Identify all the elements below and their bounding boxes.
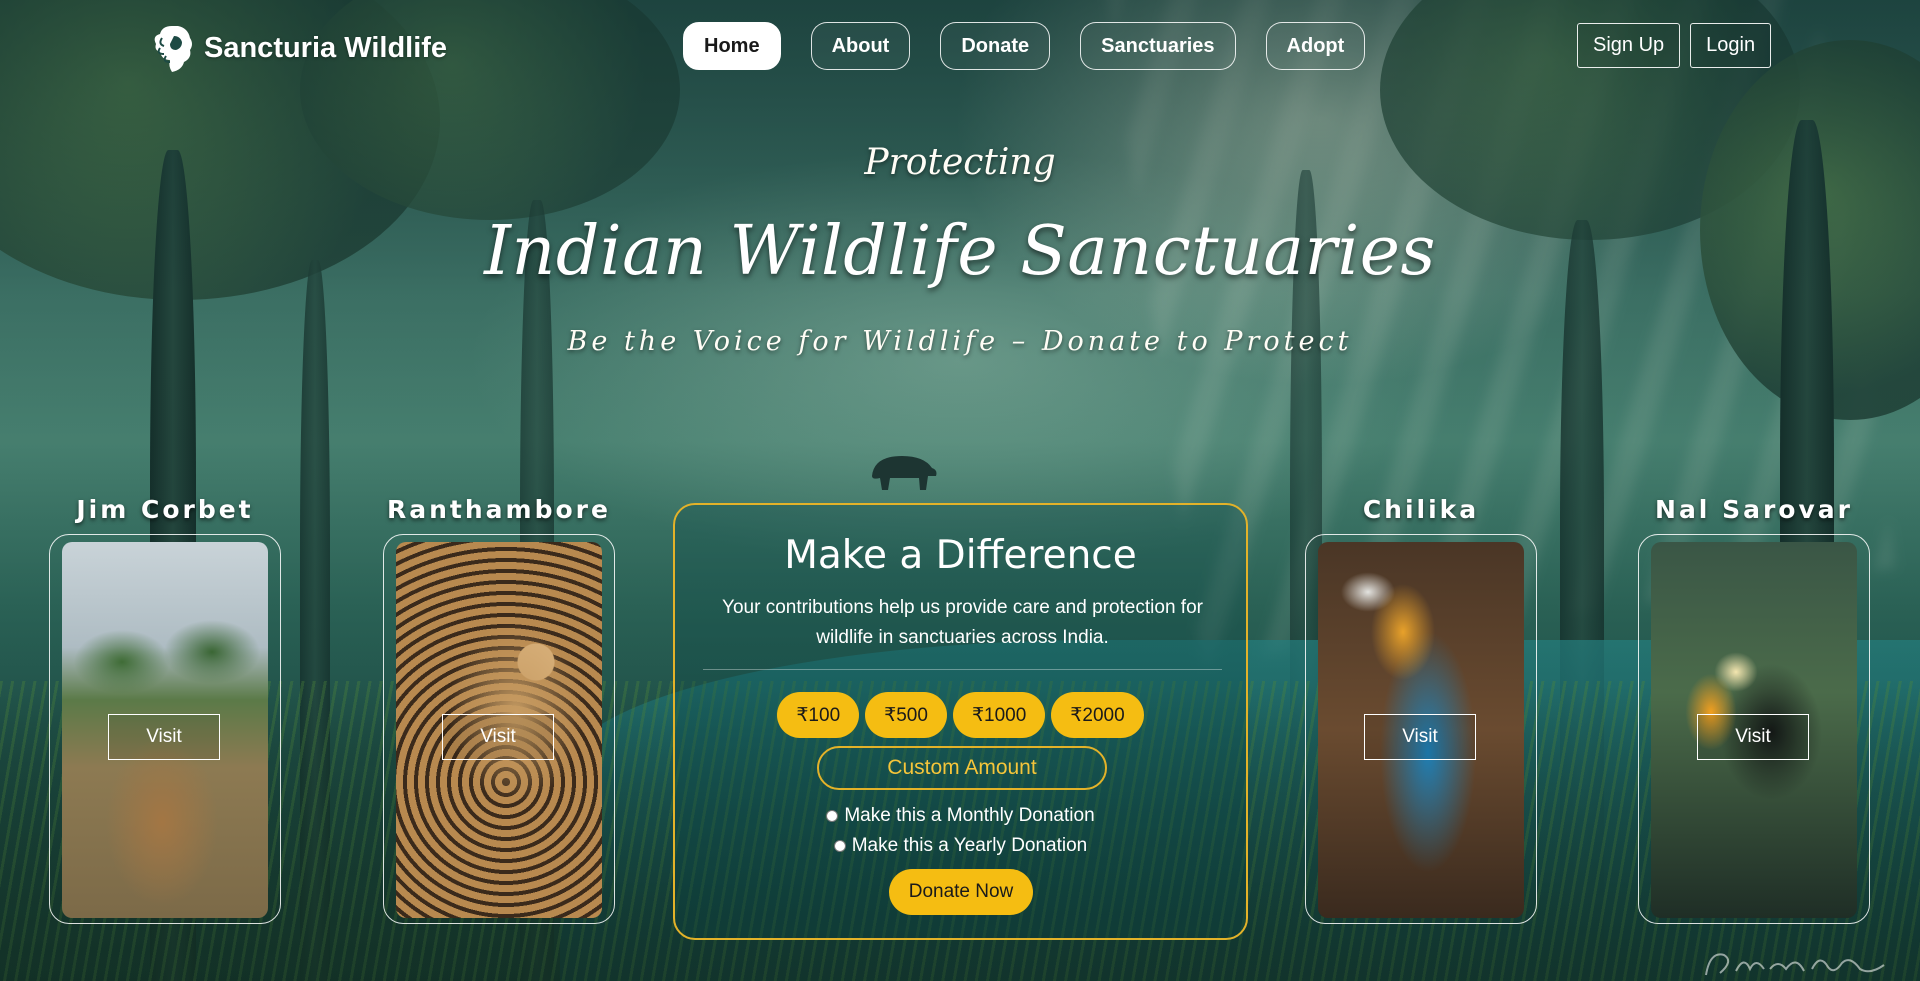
sanctuary-name: Jim Corbet (76, 495, 254, 524)
nav-home[interactable]: Home (683, 22, 781, 70)
brand-name: Sancturia Wildlife (204, 31, 448, 64)
hero-kicker: Protecting (864, 142, 1056, 183)
donate-now-button[interactable]: Donate Now (889, 869, 1033, 915)
visit-button[interactable]: Visit (442, 714, 554, 760)
visit-button[interactable]: Visit (1364, 714, 1476, 760)
artist-signature (1705, 953, 1885, 976)
donation-title: Make a Difference (784, 533, 1137, 578)
amount-1000-button[interactable]: ₹1000 (952, 692, 1046, 738)
login-button[interactable]: Login (1690, 23, 1772, 68)
tapir-silhouette (872, 456, 937, 490)
hero-subtitle: Be the Voice for Wildlife – Donate to Pr… (567, 326, 1353, 357)
brand-logo[interactable]: Sancturia Wildlife (148, 22, 447, 74)
sanctuary-card-nal-sarovar: Nal Sarovar Visit (1638, 490, 1870, 924)
parrot-photo: Visit (1318, 542, 1524, 918)
sanctuary-card-chilika: Chilika Visit (1305, 490, 1537, 924)
visit-button[interactable]: Visit (108, 714, 220, 760)
donation-panel: Make a Difference Your contributions hel… (673, 503, 1248, 940)
yearly-label: Make this a Yearly Donation (851, 835, 1088, 856)
main-nav: Home About Donate Sanctuaries Adopt (683, 22, 1366, 70)
nav-adopt[interactable]: Adopt (1265, 22, 1366, 70)
hero-title: Indian Wildlife Sanctuaries (484, 212, 1436, 291)
yearly-radio[interactable] (833, 840, 846, 852)
auth-buttons: Sign Up Login (1577, 23, 1772, 68)
amount-options: ₹100 ₹500 ₹1000 ₹2000 (675, 692, 1246, 738)
sanctuary-name: Nal Sarovar (1655, 495, 1853, 524)
nav-about[interactable]: About (810, 22, 911, 70)
leopard-photo: Visit (396, 542, 602, 918)
sanctuary-name: Chilika (1362, 495, 1480, 524)
amount-100-button[interactable]: ₹100 (777, 692, 860, 738)
monthly-option[interactable]: Make this a Monthly Donation (675, 805, 1246, 827)
deer-photo: Visit (62, 542, 268, 918)
signup-button[interactable]: Sign Up (1577, 23, 1681, 68)
amount-2000-button[interactable]: ₹2000 (1051, 692, 1144, 738)
donation-description: Your contributions help us provide care … (722, 597, 1203, 648)
yearly-option[interactable]: Make this a Yearly Donation (675, 835, 1246, 857)
sanctuary-frame: Visit (1305, 534, 1537, 924)
toucan-photo: Visit (1651, 542, 1857, 918)
visit-button[interactable]: Visit (1697, 714, 1809, 760)
nav-donate[interactable]: Donate (940, 22, 1051, 70)
monthly-radio[interactable] (826, 810, 839, 822)
lion-head-icon (154, 26, 192, 72)
nav-sanctuaries[interactable]: Sanctuaries (1080, 22, 1236, 70)
sanctuary-card-ranthambore: Ranthambore Visit (383, 490, 615, 924)
sanctuary-card-jim-corbet: Jim Corbet Visit (49, 490, 281, 924)
sanctuary-frame: Visit (49, 534, 281, 924)
custom-amount-button[interactable]: Custom Amount (817, 746, 1107, 790)
sanctuary-frame: Visit (383, 534, 615, 924)
monthly-label: Make this a Monthly Donation (844, 805, 1095, 826)
amount-500-button[interactable]: ₹500 (865, 692, 947, 738)
sanctuary-name: Ranthambore (387, 495, 611, 524)
sanctuary-frame: Visit (1638, 534, 1870, 924)
divider (703, 669, 1222, 670)
